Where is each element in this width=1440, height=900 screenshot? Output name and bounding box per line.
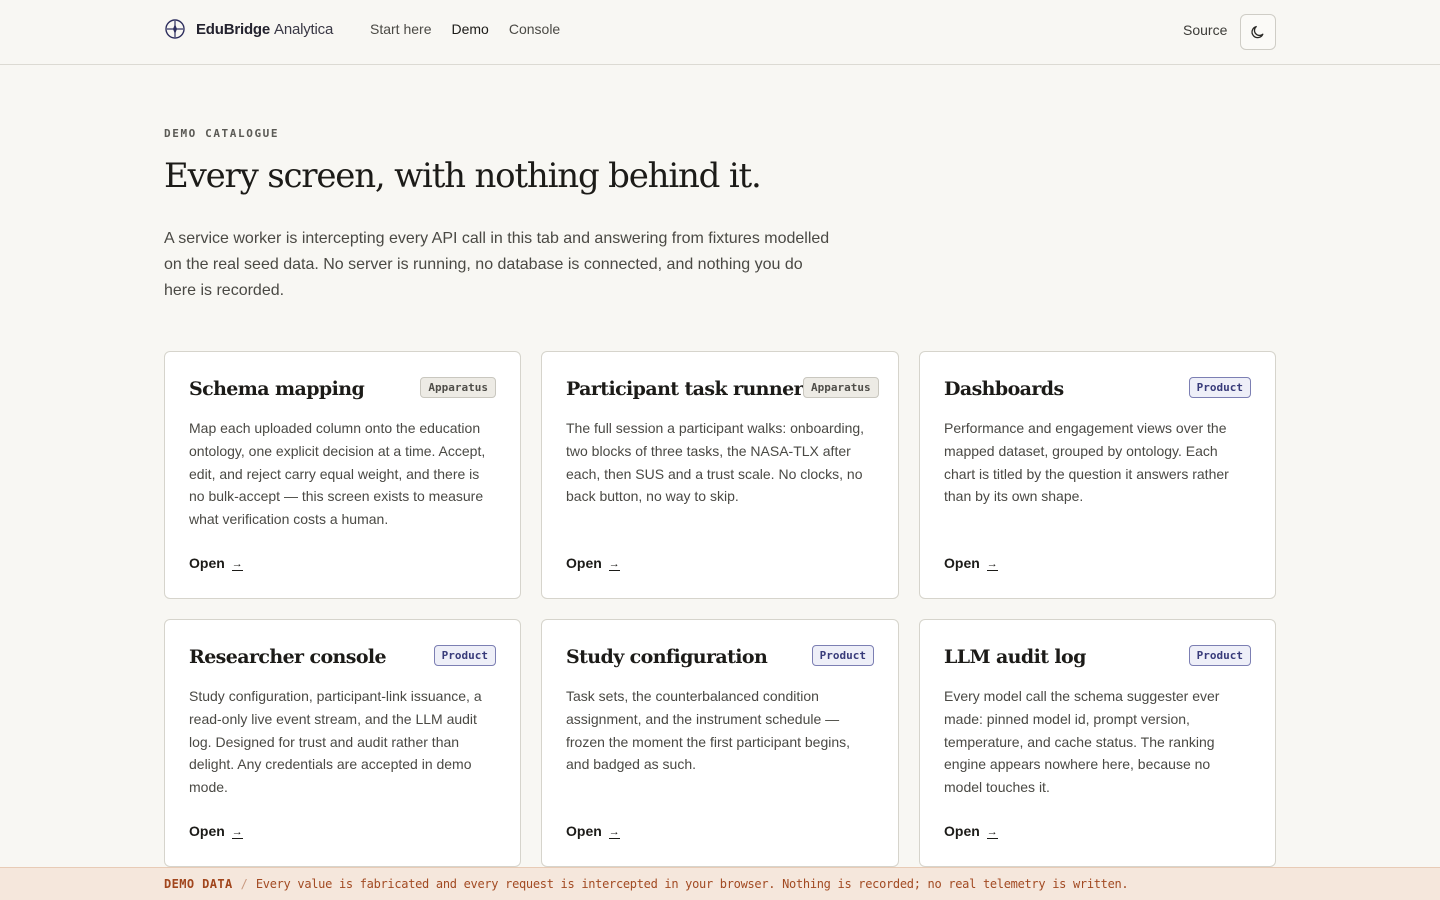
category-badge: Product — [1188, 645, 1251, 666]
arrow-right-icon: → — [608, 826, 620, 839]
card-title: Researcher console — [189, 646, 387, 668]
card-header: Participant task runner Apparatus — [566, 376, 879, 400]
card-header: Dashboards Product — [944, 376, 1251, 400]
card-title: Participant task runner — [566, 378, 804, 400]
card-schema-mapping: Schema mapping Apparatus Map each upload… — [164, 351, 521, 599]
moon-icon — [1251, 25, 1264, 39]
category-badge: Apparatus — [420, 377, 496, 398]
card-researcher-console: Researcher console Product Study configu… — [164, 619, 521, 867]
brand-name: EduBridge Analytica — [196, 21, 333, 38]
open-label: Open — [189, 823, 225, 839]
demo-data-banner: DEMO DATA / Every value is fabricated an… — [0, 867, 1440, 900]
open-label: Open — [566, 823, 602, 839]
arrow-right-icon: → — [986, 826, 998, 839]
section-eyebrow: DEMO CATALOGUE — [164, 127, 280, 140]
card-description: Performance and engagement views over th… — [944, 420, 1229, 505]
main-nav: Start here Demo Console — [370, 21, 560, 37]
banner-separator: / — [240, 877, 248, 891]
open-link[interactable]: Open → — [944, 555, 998, 571]
source-link[interactable]: Source — [1183, 22, 1227, 38]
card-header: Schema mapping Apparatus — [189, 376, 496, 400]
arrow-right-icon: → — [986, 558, 998, 571]
demo-card-grid: Schema mapping Apparatus Map each upload… — [164, 351, 1276, 867]
card-description: Study configuration, participant-link is… — [189, 688, 482, 796]
open-link[interactable]: Open → — [944, 823, 998, 839]
card-study-configuration: Study configuration Product Task sets, t… — [541, 619, 899, 867]
brand-logo-link[interactable]: EduBridge Analytica — [164, 17, 333, 41]
card-description: Map each uploaded column onto the educat… — [189, 420, 486, 528]
top-navigation-bar: EduBridge Analytica Start here Demo Cons… — [0, 0, 1440, 65]
card-header: Study configuration Product — [566, 644, 874, 668]
card-title: Schema mapping — [189, 378, 365, 400]
card-description: Every model call the schema suggester ev… — [944, 688, 1220, 796]
arrow-right-icon: → — [231, 558, 243, 571]
category-badge: Product — [1188, 377, 1251, 398]
card-description: The full session a participant walks: on… — [566, 420, 865, 505]
category-badge: Product — [811, 645, 874, 666]
brand-name-bold: EduBridge — [196, 20, 271, 38]
category-badge: Product — [433, 645, 496, 666]
compass-icon — [165, 19, 185, 39]
card-description: Task sets, the counterbalanced condition… — [566, 688, 851, 773]
open-label: Open — [944, 555, 980, 571]
card-participant-task-runner: Participant task runner Apparatus The fu… — [541, 351, 899, 599]
page-title: Every screen, with nothing behind it. — [164, 156, 762, 196]
open-link[interactable]: Open → — [566, 555, 620, 571]
open-label: Open — [566, 555, 602, 571]
category-badge: Apparatus — [803, 377, 879, 398]
arrow-right-icon: → — [231, 826, 243, 839]
card-llm-audit-log: LLM audit log Product Every model call t… — [919, 619, 1276, 867]
arrow-right-icon: → — [608, 558, 620, 571]
nav-demo[interactable]: Demo — [451, 21, 488, 37]
open-label: Open — [189, 555, 225, 571]
banner-label: DEMO DATA — [164, 877, 233, 891]
open-link[interactable]: Open → — [189, 823, 243, 839]
card-title: LLM audit log — [944, 646, 1086, 668]
card-dashboards: Dashboards Product Performance and engag… — [919, 351, 1276, 599]
open-link[interactable]: Open → — [566, 823, 620, 839]
theme-toggle-button[interactable] — [1240, 14, 1276, 50]
brand-name-light: Analytica — [274, 20, 334, 38]
card-header: LLM audit log Product — [944, 644, 1251, 668]
banner-message: Every value is fabricated and every requ… — [255, 877, 1129, 891]
card-title: Study configuration — [566, 646, 768, 668]
open-label: Open — [944, 823, 980, 839]
page-intro: A service worker is intercepting every A… — [164, 230, 830, 299]
nav-console[interactable]: Console — [509, 21, 560, 37]
nav-start-here[interactable]: Start here — [370, 21, 431, 37]
open-link[interactable]: Open → — [189, 555, 243, 571]
card-title: Dashboards — [944, 378, 1064, 400]
card-header: Researcher console Product — [189, 644, 496, 668]
